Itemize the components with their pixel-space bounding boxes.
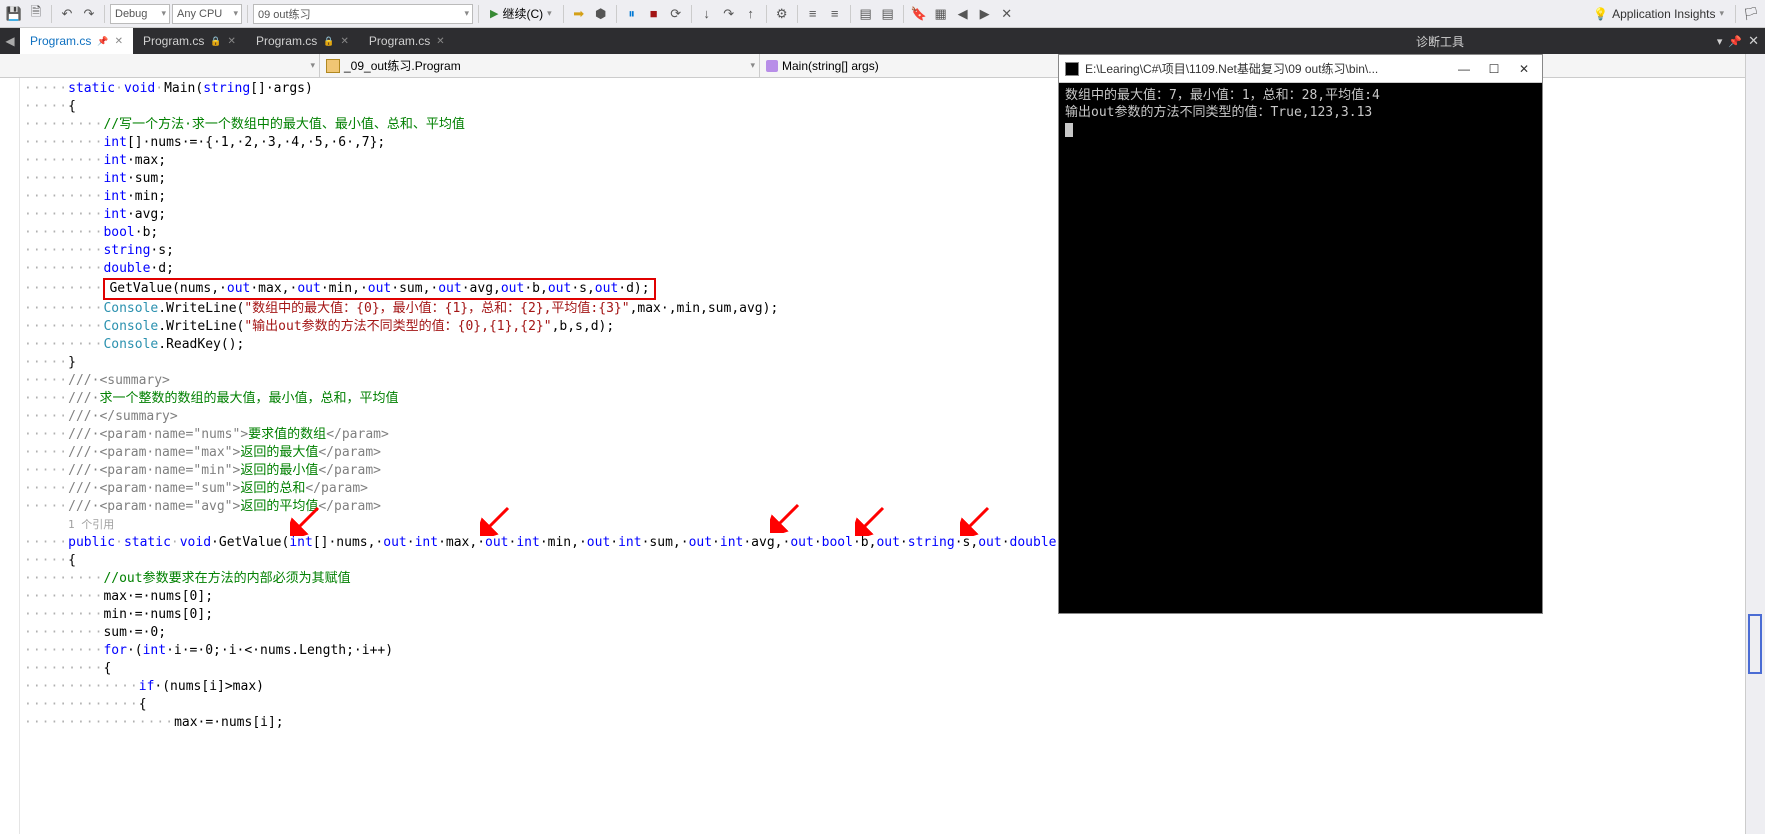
stop-icon[interactable]: ■ bbox=[644, 4, 664, 24]
dropdown-icon[interactable]: ▾ bbox=[1717, 35, 1723, 48]
app-insights-button[interactable]: 💡 Application Insights ▾ bbox=[1587, 4, 1730, 24]
pin-icon[interactable]: 📌 bbox=[97, 36, 108, 47]
highlighted-line: GetValue(nums,·out·max,·out·min,·out·sum… bbox=[103, 278, 655, 300]
save-all-icon[interactable]: 🗎 bbox=[26, 4, 46, 24]
strip-marker bbox=[1748, 614, 1762, 674]
indent-icon[interactable]: ≡ bbox=[803, 4, 823, 24]
cursor-icon[interactable]: ➡ bbox=[569, 4, 589, 24]
tab-program-2[interactable]: Program.cs 🔒 ✕ bbox=[133, 28, 246, 54]
maximize-button[interactable]: ☐ bbox=[1482, 59, 1506, 79]
format-icon[interactable]: ▦ bbox=[931, 4, 951, 24]
hex-icon[interactable]: ⬢ bbox=[591, 4, 611, 24]
continue-label: 继续(C) bbox=[502, 5, 543, 22]
main-toolbar: 💾 🗎 ↶ ↷ Debug Any CPU 09 out练习 ▶ 继续(C) ▾… bbox=[0, 0, 1765, 28]
comment-icon[interactable]: ▤ bbox=[856, 4, 876, 24]
project-combo[interactable]: 09 out练习 bbox=[253, 4, 473, 24]
redo-icon[interactable]: ↷ bbox=[79, 4, 99, 24]
tab-program-3[interactable]: Program.cs 🔒 ✕ bbox=[246, 28, 359, 54]
pause-icon[interactable]: ⏸ bbox=[622, 4, 642, 24]
tab-scroll-left[interactable]: ◀ bbox=[0, 28, 20, 54]
pin-icon[interactable]: 🔒 bbox=[323, 36, 334, 47]
close-icon[interactable]: ✕ bbox=[1748, 33, 1759, 49]
outdent-icon[interactable]: ≡ bbox=[825, 4, 845, 24]
window-icon[interactable]: 🏳 bbox=[1741, 4, 1761, 24]
config-combo[interactable]: Debug bbox=[110, 4, 170, 24]
step-out-icon[interactable]: ↑ bbox=[741, 4, 761, 24]
pin-icon[interactable]: 📌 bbox=[1728, 35, 1742, 48]
close-all-icon[interactable]: ✕ bbox=[997, 4, 1017, 24]
console-output[interactable]: 数组中的最大值：7，最小值：1，总和：28,平均值:4 输出out参数的方法不同… bbox=[1059, 83, 1542, 613]
diagnostics-title: 诊断工具 bbox=[1416, 33, 1464, 50]
save-icon[interactable]: 💾 bbox=[4, 4, 24, 24]
close-icon[interactable]: ✕ bbox=[341, 36, 349, 47]
pin-icon[interactable]: 🔒 bbox=[210, 36, 221, 47]
restart-icon[interactable]: ⟳ bbox=[666, 4, 686, 24]
tab-program-4[interactable]: Program.cs ✕ bbox=[359, 28, 455, 54]
project-nav[interactable]: ▾ bbox=[0, 54, 320, 77]
bookmark-icon[interactable]: 🔖 bbox=[909, 4, 929, 24]
continue-button[interactable]: ▶ 继续(C) ▾ bbox=[484, 4, 558, 24]
tool-icon[interactable]: ⚙ bbox=[772, 4, 792, 24]
minimize-button[interactable]: — bbox=[1452, 59, 1476, 79]
close-icon[interactable]: ✕ bbox=[228, 36, 236, 47]
class-icon bbox=[326, 59, 340, 73]
undo-icon[interactable]: ↶ bbox=[57, 4, 77, 24]
diagnostics-panel-header: 诊断工具 ▾ 📌 ✕ bbox=[1410, 28, 1765, 54]
right-strip bbox=[1745, 54, 1765, 834]
close-button[interactable]: ✕ bbox=[1512, 59, 1536, 79]
nav-back-icon[interactable]: ◀ bbox=[953, 4, 973, 24]
console-titlebar[interactable]: E:\Learing\C#\项目\1109.Net基础复习\09 out练习\b… bbox=[1059, 55, 1542, 83]
console-icon bbox=[1065, 62, 1079, 76]
bulb-icon: 💡 bbox=[1593, 7, 1608, 21]
play-icon: ▶ bbox=[490, 7, 498, 20]
step-into-icon[interactable]: ↓ bbox=[697, 4, 717, 24]
tab-program-1[interactable]: Program.cs 📌 ✕ bbox=[20, 28, 133, 54]
close-icon[interactable]: ✕ bbox=[115, 36, 123, 47]
close-icon[interactable]: ✕ bbox=[436, 36, 444, 47]
step-over-icon[interactable]: ↷ bbox=[719, 4, 739, 24]
class-nav[interactable]: _09_out练习.Program ▾ bbox=[320, 54, 760, 77]
console-window: E:\Learing\C#\项目\1109.Net基础复习\09 out练习\b… bbox=[1058, 54, 1543, 614]
method-icon bbox=[766, 60, 778, 72]
console-path: E:\Learing\C#\项目\1109.Net基础复习\09 out练习\b… bbox=[1085, 60, 1378, 77]
platform-combo[interactable]: Any CPU bbox=[172, 4, 242, 24]
uncomment-icon[interactable]: ▤ bbox=[878, 4, 898, 24]
nav-fwd-icon[interactable]: ▶ bbox=[975, 4, 995, 24]
gutter[interactable] bbox=[0, 78, 20, 834]
cursor bbox=[1065, 123, 1073, 137]
